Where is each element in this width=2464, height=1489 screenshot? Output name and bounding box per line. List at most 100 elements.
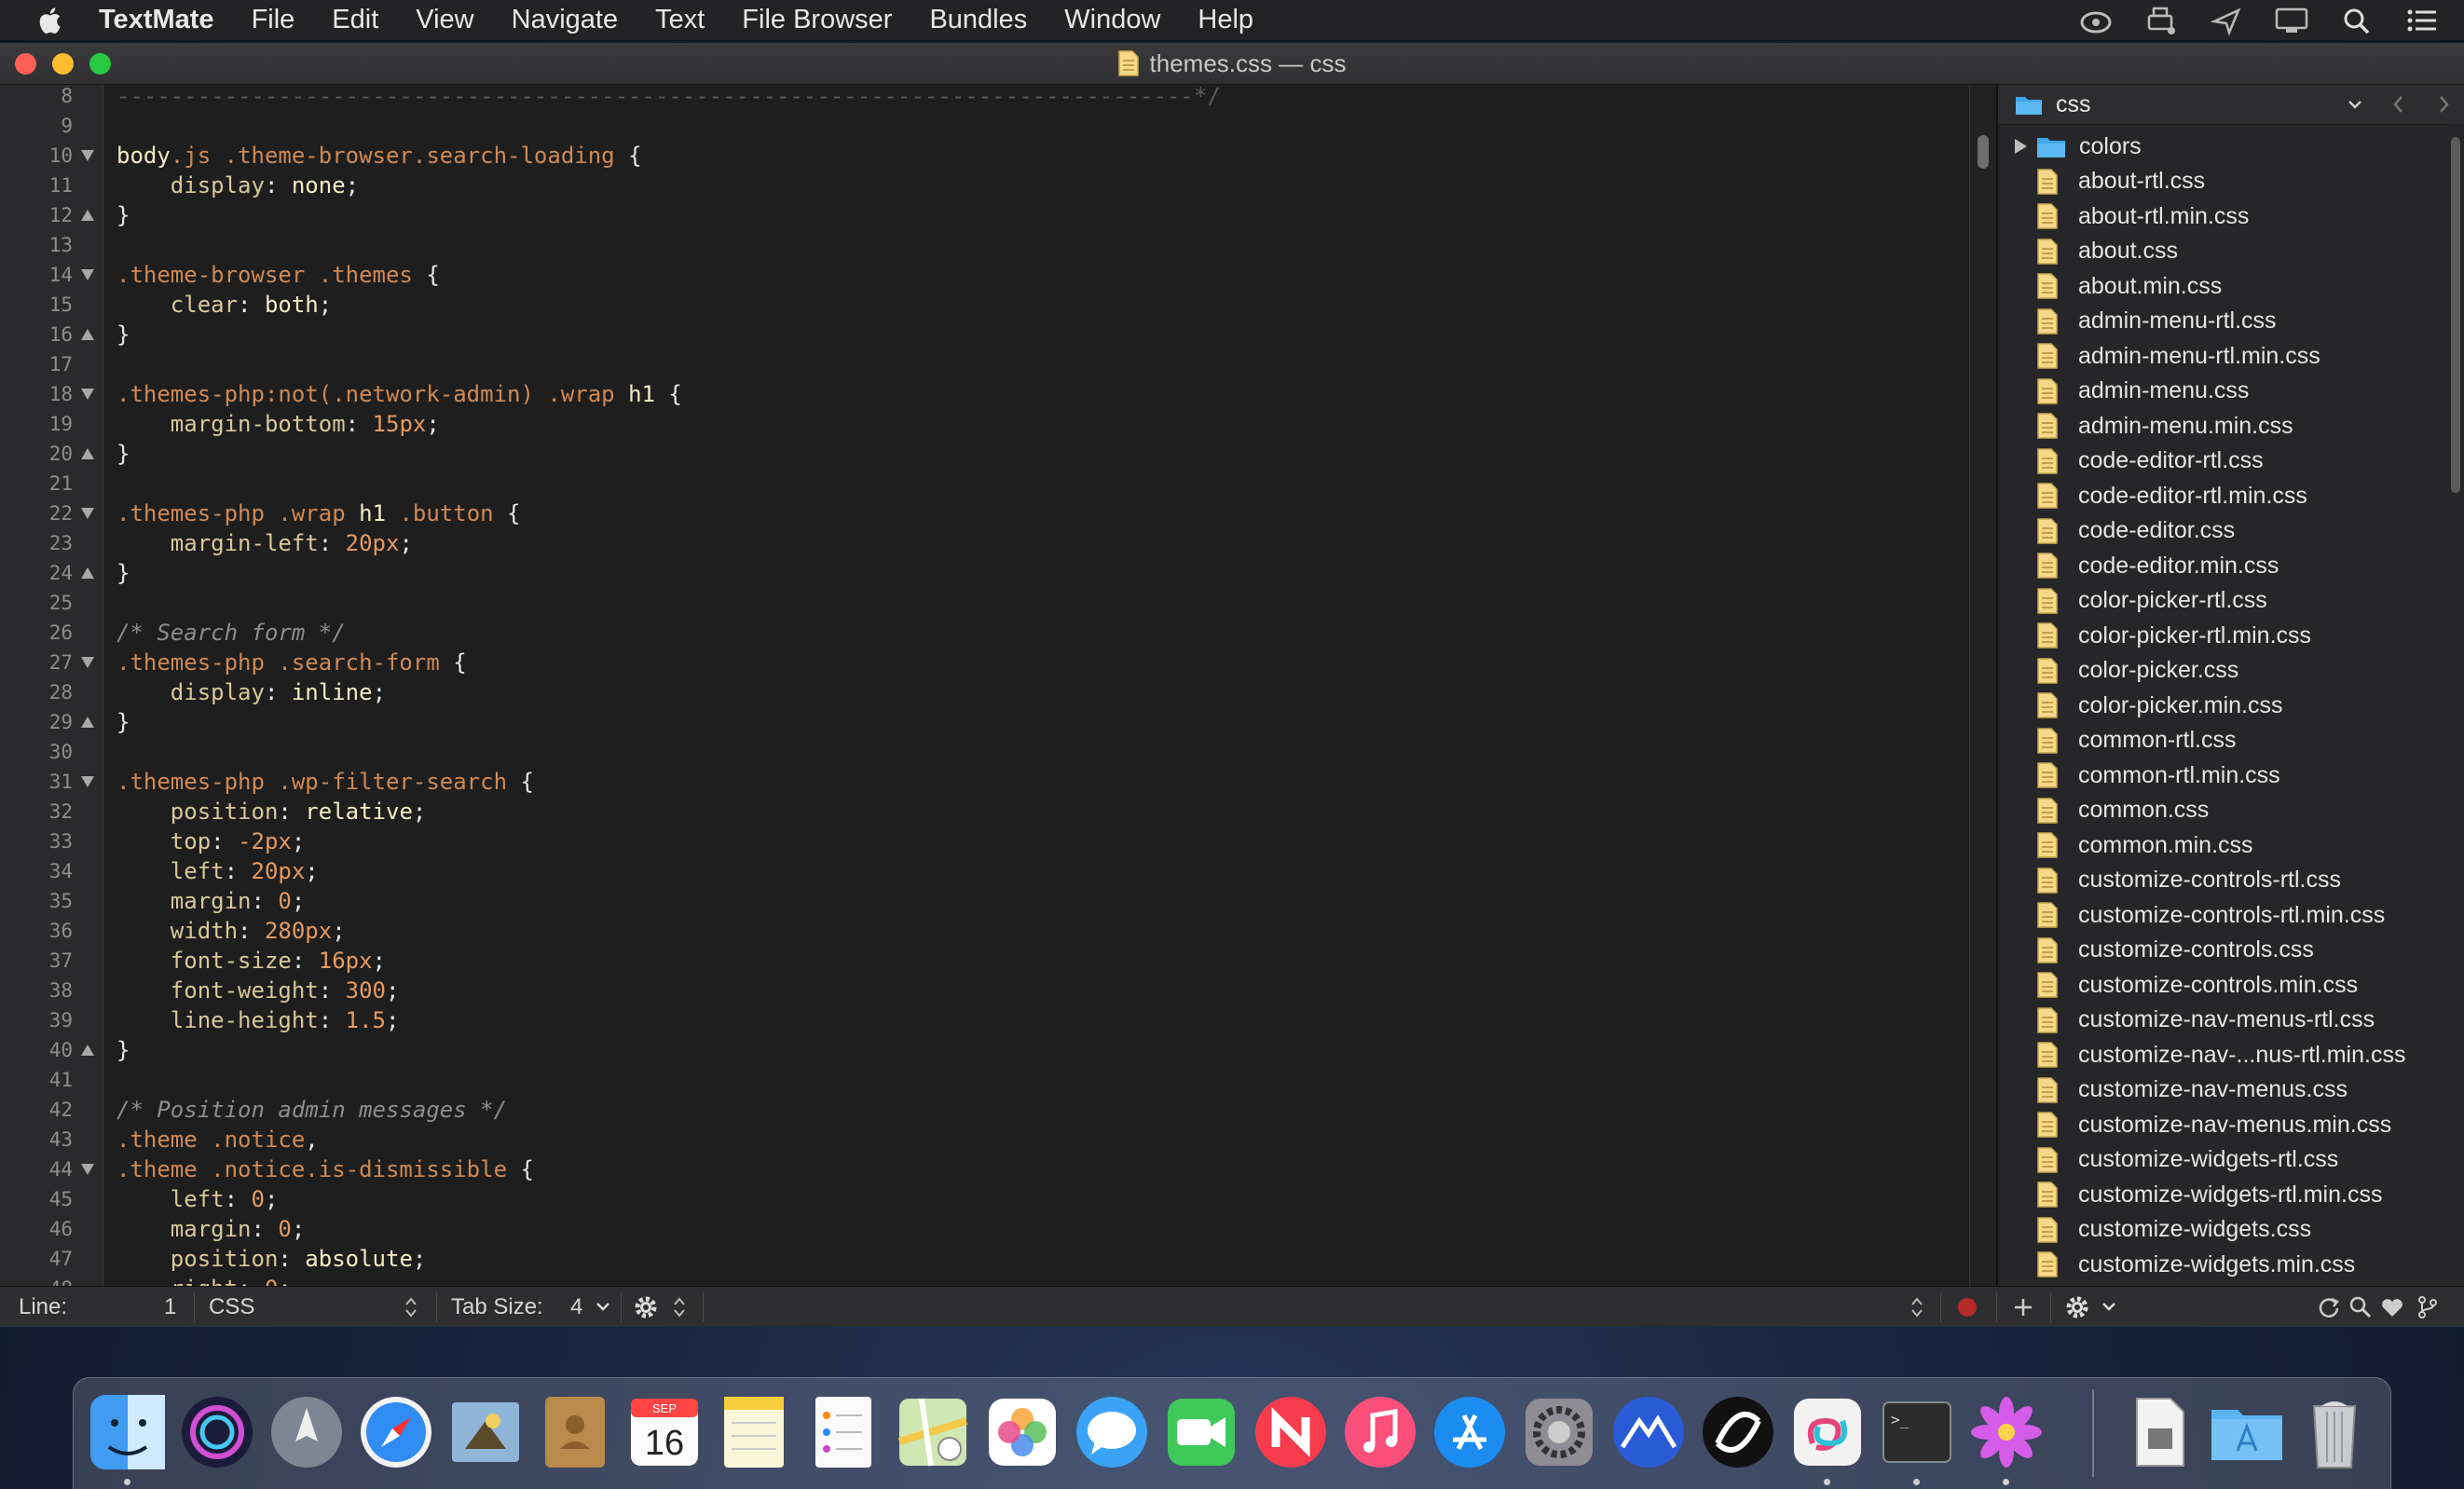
file-browser-header[interactable]: css: [1998, 85, 2464, 125]
forward-arrow-icon[interactable]: [2432, 92, 2455, 116]
code-line[interactable]: top: -2px;: [116, 826, 306, 856]
reminders-icon[interactable]: [804, 1393, 883, 1471]
file-item[interactable]: color-picker-rtl.css: [1998, 583, 2445, 619]
file-item[interactable]: customize-nav-menus.min.css: [1998, 1107, 2445, 1142]
safari-icon[interactable]: [357, 1393, 435, 1471]
file-item[interactable]: about.css: [1998, 234, 2445, 269]
file-item[interactable]: customize-nav-menus-rtl.css: [1998, 1003, 2445, 1038]
apple-icon[interactable]: [35, 5, 67, 36]
line-number[interactable]: 44: [0, 1154, 103, 1184]
code-line[interactable]: }: [116, 439, 130, 469]
search-icon[interactable]: [2347, 1293, 2375, 1321]
code-line[interactable]: body.js .theme-browser.search-loading {: [116, 141, 642, 171]
finder-icon[interactable]: [89, 1393, 167, 1471]
facetime-icon[interactable]: [1162, 1393, 1240, 1471]
code-line[interactable]: .themes-php .wp-filter-search {: [116, 767, 534, 797]
editor-scrollbar-thumb[interactable]: [1978, 135, 1989, 169]
file-item[interactable]: customize-widgets.css: [1998, 1212, 2445, 1248]
code-line[interactable]: .theme .notice.is-dismissible {: [116, 1154, 534, 1184]
line-number[interactable]: 25: [0, 588, 103, 618]
code-line[interactable]: }: [116, 320, 130, 349]
file-item[interactable]: customize-widgets-rtl.css: [1998, 1142, 2445, 1178]
line-number[interactable]: 36: [0, 916, 103, 946]
menu-app-name[interactable]: TextMate: [99, 5, 214, 35]
location-arrow-icon[interactable]: [2209, 5, 2244, 36]
printer-status-icon[interactable]: [2143, 5, 2179, 36]
line-number[interactable]: 12: [0, 200, 103, 230]
file-item[interactable]: common.css: [1998, 793, 2445, 828]
file-item[interactable]: code-editor.min.css: [1998, 548, 2445, 583]
menu-file[interactable]: File: [252, 5, 295, 35]
code-line[interactable]: left: 0;: [116, 1184, 279, 1214]
line-number[interactable]: 47: [0, 1244, 103, 1274]
launchpad-icon[interactable]: [267, 1393, 346, 1471]
calendar-icon[interactable]: SEP 16: [625, 1393, 704, 1471]
file-item[interactable]: customize-widgets.min.css: [1998, 1247, 2445, 1282]
file-item[interactable]: customize-widgets-rtl.min.css: [1998, 1177, 2445, 1212]
line-number[interactable]: 22: [0, 499, 103, 528]
maps-icon[interactable]: [894, 1393, 972, 1471]
code-line[interactable]: }: [116, 558, 130, 588]
file-item[interactable]: admin-menu-rtl.min.css: [1998, 338, 2445, 374]
line-number[interactable]: 40: [0, 1035, 103, 1065]
line-number[interactable]: 24: [0, 558, 103, 588]
code-line[interactable]: position: absolute;: [116, 1244, 427, 1274]
code-line[interactable]: /* Search form */: [116, 618, 346, 648]
file-item[interactable]: code-editor.css: [1998, 513, 2445, 549]
code-line[interactable]: }: [116, 200, 130, 230]
line-number[interactable]: 20: [0, 439, 103, 469]
siri-icon[interactable]: [178, 1393, 256, 1471]
file-item[interactable]: customize-controls.css: [1998, 933, 2445, 968]
line-number[interactable]: 17: [0, 349, 103, 379]
notes-icon[interactable]: [715, 1393, 793, 1471]
line-number[interactable]: 27: [0, 648, 103, 677]
fold-close-icon[interactable]: [81, 567, 94, 579]
scm-branch-icon[interactable]: [2414, 1293, 2442, 1321]
fold-open-icon[interactable]: [81, 657, 94, 668]
code-line[interactable]: }: [116, 1035, 130, 1065]
file-item[interactable]: common-rtl.css: [1998, 723, 2445, 758]
news-icon[interactable]: [1252, 1393, 1330, 1471]
paw-app-icon[interactable]: [1788, 1393, 1867, 1471]
line-number[interactable]: 31: [0, 767, 103, 797]
file-item[interactable]: about-rtl.css: [1998, 164, 2445, 199]
creative-cloud-icon[interactable]: [2078, 5, 2114, 36]
file-item[interactable]: color-picker.min.css: [1998, 688, 2445, 723]
line-number[interactable]: 10: [0, 141, 103, 171]
tab-size-chevron-icon[interactable]: [595, 1298, 611, 1315]
fold-open-icon[interactable]: [81, 389, 94, 400]
line-number[interactable]: 32: [0, 797, 103, 826]
line-number[interactable]: 11: [0, 171, 103, 200]
code-line[interactable]: line-height: 1.5;: [116, 1005, 400, 1035]
line-number[interactable]: 14: [0, 260, 103, 290]
code-line[interactable]: margin: 0;: [116, 886, 306, 916]
file-item[interactable]: admin-menu.min.css: [1998, 408, 2445, 444]
code-line[interactable]: .themes-php .search-form {: [116, 648, 467, 677]
flower-app-icon[interactable]: [1967, 1393, 2046, 1471]
css-document-icon[interactable]: [1117, 50, 1139, 76]
line-number[interactable]: 45: [0, 1184, 103, 1214]
menu-file-browser[interactable]: File Browser: [742, 5, 892, 35]
line-number[interactable]: 41: [0, 1065, 103, 1095]
line-number[interactable]: 30: [0, 737, 103, 767]
terminal-icon[interactable]: >_: [1878, 1393, 1956, 1471]
contacts-icon[interactable]: [536, 1393, 614, 1471]
close-window-button[interactable]: [15, 53, 36, 75]
line-number[interactable]: 23: [0, 528, 103, 558]
code-line[interactable]: display: inline;: [116, 677, 386, 707]
line-number[interactable]: 34: [0, 856, 103, 886]
file-item[interactable]: about-rtl.min.css: [1998, 198, 2445, 234]
app-store-icon[interactable]: [1430, 1393, 1509, 1471]
code-line[interactable]: margin-left: 20px;: [116, 528, 413, 558]
symbol-updown-icon[interactable]: [1910, 1295, 1923, 1319]
tab-size-value[interactable]: 4: [570, 1294, 582, 1320]
disclosure-triangle-icon[interactable]: [2015, 139, 2027, 154]
menu-bundles[interactable]: Bundles: [929, 5, 1027, 35]
line-number[interactable]: 19: [0, 409, 103, 439]
line-number[interactable]: 15: [0, 290, 103, 320]
line-number[interactable]: 42: [0, 1095, 103, 1125]
fold-open-icon[interactable]: [81, 1164, 94, 1175]
line-number[interactable]: 39: [0, 1005, 103, 1035]
language-updown-icon[interactable]: [404, 1295, 418, 1319]
code-line[interactable]: .themes-php:not(.network-admin) .wrap h1…: [116, 379, 682, 409]
